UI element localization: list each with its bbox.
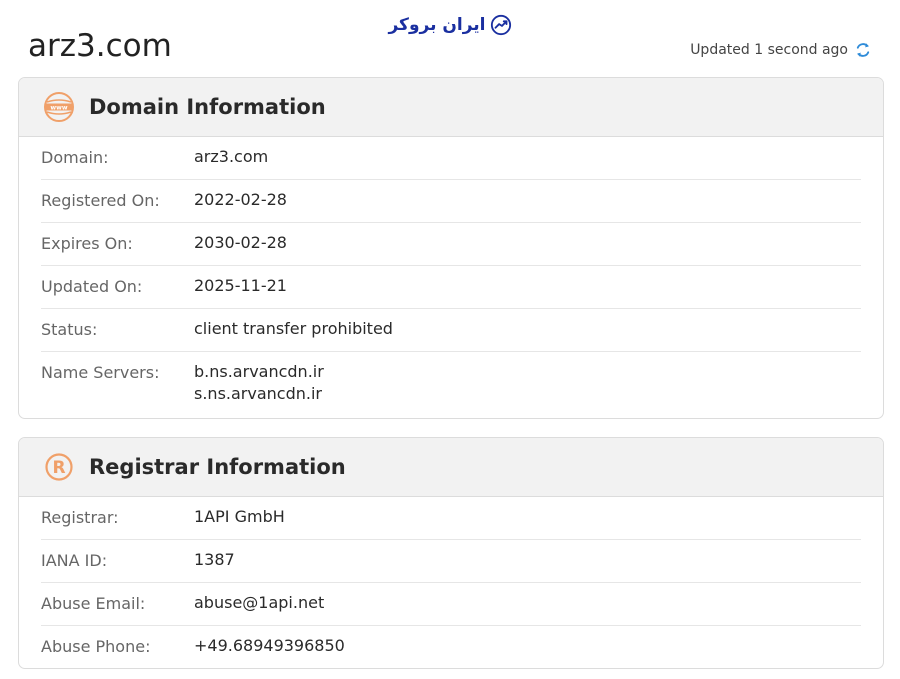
row-label: Abuse Phone: [41,637,151,656]
row-value: 1387 [194,550,235,569]
row-label: IANA ID: [41,551,108,570]
domain-information-card: www Domain Information Domain: arz3.com … [18,77,884,419]
row-label: Updated On: [41,277,143,296]
row-label: Registrar: [41,508,119,527]
row-value: abuse@1api.net [194,593,325,612]
info-row-registrar: Registrar: 1API GmbH [41,497,861,540]
svg-text:www: www [50,104,67,111]
updated-text: Updated 1 second ago [690,42,848,58]
domain-information-title: Domain Information [89,95,326,119]
info-row-expires-on: Expires On: 2030-02-28 [41,223,861,266]
registrar-information-card: R Registrar Information Registrar: 1API … [18,437,884,669]
row-value: client transfer prohibited [194,319,393,338]
row-value: 1API GmbH [194,507,285,526]
info-row-domain: Domain: arz3.com [41,137,861,180]
info-row-status: Status: client transfer prohibited [41,309,861,352]
name-server: s.ns.arvancdn.ir [194,384,322,403]
registrar-information-header: R Registrar Information [19,438,883,497]
info-row-abuse-email: Abuse Email: abuse@1api.net [41,583,861,626]
refresh-icon[interactable] [854,41,872,59]
info-row-updated-on: Updated On: 2025-11-21 [41,266,861,309]
info-row-registered-on: Registered On: 2022-02-28 [41,180,861,223]
name-servers-list: b.ns.arvancdn.ir s.ns.arvancdn.ir [194,362,324,407]
page-title: arz3.com [28,28,172,64]
updated-status: Updated 1 second ago [690,41,872,59]
row-value: 2025-11-21 [194,276,287,295]
row-value: 2030-02-28 [194,233,287,252]
row-value: arz3.com [194,147,269,166]
svg-text:R: R [52,458,65,478]
row-label: Status: [41,320,98,339]
row-value: +49.68949396850 [194,636,345,655]
info-row-abuse-phone: Abuse Phone: +49.68949396850 [41,626,861,668]
row-label: Registered On: [41,191,160,210]
www-globe-icon: www [44,92,74,122]
domain-information-header: www Domain Information [19,78,883,137]
page-header: arz3.com Updated 1 second ago [28,28,872,64]
registered-icon: R [45,453,73,481]
row-label: Abuse Email: [41,594,146,613]
row-label: Domain: [41,148,109,167]
registrar-information-title: Registrar Information [89,455,346,479]
info-row-name-servers: Name Servers: b.ns.arvancdn.ir s.ns.arva… [41,352,861,418]
row-label: Expires On: [41,234,133,253]
row-value: 2022-02-28 [194,190,287,209]
info-row-iana-id: IANA ID: 1387 [41,540,861,583]
row-label: Name Servers: [41,363,160,382]
